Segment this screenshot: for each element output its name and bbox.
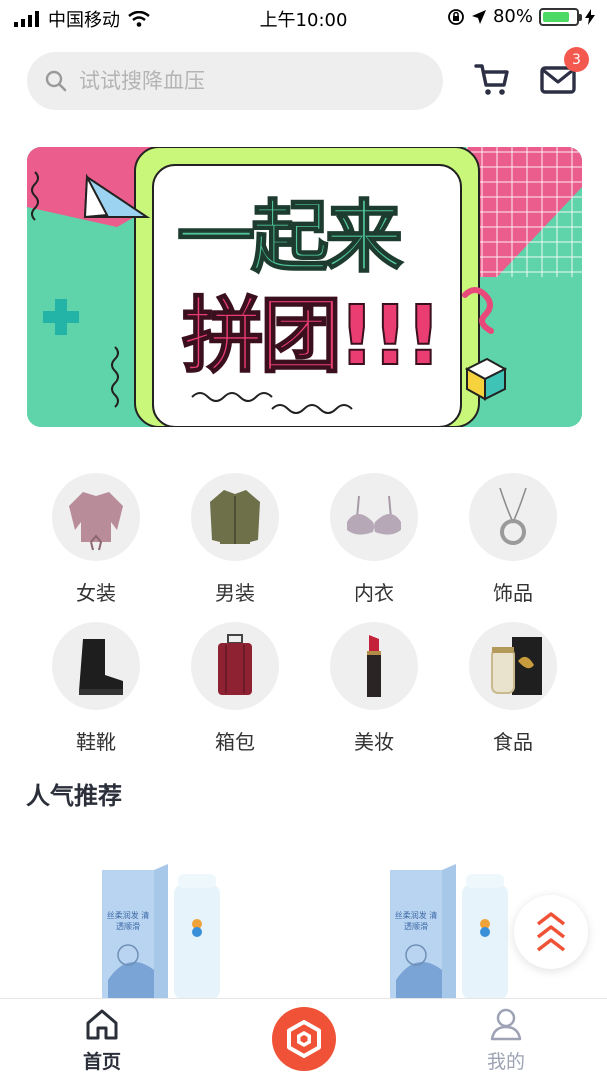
category-luggage[interactable]: 箱包 xyxy=(180,622,290,755)
lipstick-icon xyxy=(330,622,418,710)
tab-profile[interactable]: 我的 xyxy=(461,1007,551,1074)
category-label: 内衣 xyxy=(354,581,394,605)
suitcase-icon xyxy=(191,622,279,710)
category-mens[interactable]: 男装 xyxy=(180,473,290,606)
charging-icon xyxy=(585,8,595,25)
home-icon xyxy=(86,1009,118,1040)
status-right: 80% xyxy=(447,6,595,27)
location-arrow-icon xyxy=(471,9,486,24)
group-buy-banner[interactable]: 一起来 拼团!!! xyxy=(27,147,582,427)
category-shoes[interactable]: 鞋靴 xyxy=(41,622,151,755)
tab-profile-label: 我的 xyxy=(486,1051,525,1073)
search-icon xyxy=(45,70,67,92)
back-to-top-button[interactable] xyxy=(514,895,588,969)
category-food[interactable]: 食品 xyxy=(458,622,568,755)
battery-percent: 80% xyxy=(492,6,533,27)
tab-home-label: 首页 xyxy=(82,1051,121,1073)
rotation-lock-icon xyxy=(448,8,464,25)
category-label: 女装 xyxy=(76,581,116,605)
battery-icon xyxy=(539,7,582,26)
product-box-text: 丝柔润发 清透顺滑 xyxy=(106,911,150,931)
food-box-icon xyxy=(469,622,557,710)
search-input[interactable] xyxy=(79,69,409,93)
search-bar[interactable] xyxy=(27,52,443,110)
banner-headline-2: 拼团!!! xyxy=(181,288,443,385)
category-label: 箱包 xyxy=(215,730,255,754)
status-bar: 中国移动 上午10:00 80% xyxy=(0,0,607,34)
mens-jacket-icon xyxy=(191,473,279,561)
category-label: 美妆 xyxy=(354,730,394,754)
category-label: 食品 xyxy=(493,730,533,754)
product-card[interactable]: 丝柔润发 清透顺滑 xyxy=(98,860,258,1000)
cart-icon xyxy=(474,64,509,95)
category-label: 男装 xyxy=(215,581,255,605)
category-accessories[interactable]: 饰品 xyxy=(458,473,568,606)
cart-button[interactable] xyxy=(470,60,514,100)
hexagon-logo-icon xyxy=(287,1020,321,1058)
womens-top-icon xyxy=(52,473,140,561)
chevron-up-triple-icon xyxy=(536,912,566,952)
product-box-text: 丝柔润发 清透顺滑 xyxy=(394,911,438,931)
tab-home[interactable]: 首页 xyxy=(57,1007,147,1074)
profile-icon xyxy=(490,1008,522,1041)
necklace-icon xyxy=(469,473,557,561)
category-cosmetics[interactable]: 美妆 xyxy=(319,622,429,755)
category-womens[interactable]: 女装 xyxy=(41,473,151,606)
bra-icon xyxy=(330,473,418,561)
mail-badge: 3 xyxy=(564,47,589,72)
category-label: 饰品 xyxy=(493,581,533,605)
center-action-button[interactable] xyxy=(272,1007,336,1071)
boot-icon xyxy=(52,622,140,710)
category-underwear[interactable]: 内衣 xyxy=(319,473,429,606)
section-title: 人气推荐 xyxy=(26,782,122,810)
category-label: 鞋靴 xyxy=(76,730,116,754)
